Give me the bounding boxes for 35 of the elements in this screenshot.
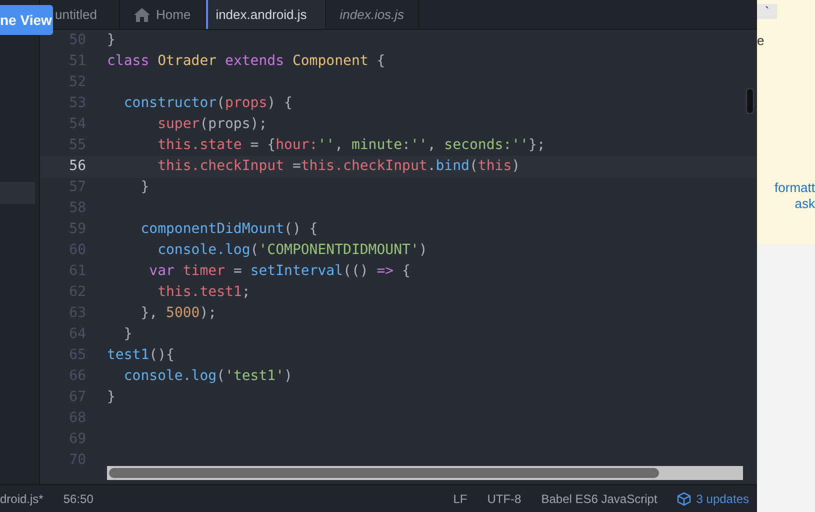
- code-line: class Otrader extends Component {: [107, 52, 386, 71]
- code-line: this.checkInput =this.checkInput.bind(this): [156, 157, 520, 176]
- horizontal-scrollbar[interactable]: [107, 466, 743, 480]
- line-ending[interactable]: LF: [453, 492, 468, 506]
- updates-link[interactable]: 3 updates: [696, 492, 749, 506]
- code-chip: `: [757, 4, 778, 19]
- status-file-name[interactable]: droid.js*: [0, 492, 44, 506]
- package-icon: [677, 492, 692, 506]
- line-number: 56: [68, 157, 86, 176]
- editor-tab[interactable]: index.android.js: [206, 0, 326, 29]
- code-line: test1(){: [107, 346, 174, 365]
- panel-link[interactable]: formatt: [774, 180, 815, 196]
- home-icon: [134, 8, 150, 22]
- code-line: }, 5000);: [140, 304, 217, 323]
- code-line: }: [107, 388, 116, 407]
- code-line: super(props);: [156, 115, 268, 134]
- code-line: console.log('test1'): [122, 367, 292, 386]
- code-line: componentDidMount() {: [140, 220, 318, 239]
- view-button[interactable]: ne View: [0, 5, 53, 35]
- cursor-position[interactable]: 56:50: [63, 492, 94, 506]
- code-line: var timer = setInterval(() => {: [148, 262, 410, 281]
- panel-text: e: [757, 33, 764, 48]
- code-line: console.log('COMPONENTDIDMOUNT'): [156, 241, 428, 260]
- code-line: }: [140, 178, 150, 197]
- file-encoding[interactable]: UTF-8: [487, 492, 522, 506]
- grammar-selector[interactable]: Babel ES6 JavaScript: [541, 492, 658, 506]
- code-line: this.state = {hour:'', minute:'', seconds:''};: [156, 136, 546, 155]
- vertical-scrollbar-thumb[interactable]: [746, 88, 754, 114]
- editor-tab[interactable]: index.ios.js: [326, 0, 420, 29]
- code-line: }: [107, 31, 116, 50]
- panel-link[interactable]: ask: [794, 196, 815, 212]
- code-line: this.test1;: [156, 283, 250, 302]
- editor-tab[interactable]: Home: [120, 0, 206, 29]
- code-line: constructor(props) {: [122, 94, 292, 113]
- code-line: }: [122, 325, 132, 344]
